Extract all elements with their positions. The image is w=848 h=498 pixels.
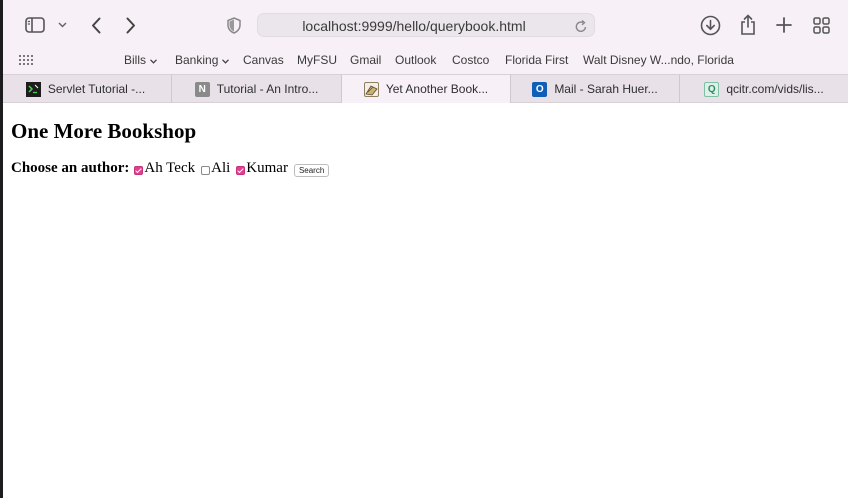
author-form: Choose an author: Ah Teck Ali Kumar Sear… [11, 160, 330, 177]
chevron-down-icon[interactable] [55, 16, 69, 34]
favorites-bar: Bills Banking Canvas MyFSU Gmail Outlook… [0, 48, 848, 74]
shield-icon[interactable] [223, 13, 245, 37]
author-label-ali: Ali [211, 160, 231, 176]
page-title: One More Bookshop [11, 119, 197, 143]
tab-yet-another-bookshop[interactable]: Yet Another Book... [342, 75, 511, 103]
chevron-down-icon [222, 48, 230, 72]
address-bar[interactable]: localhost:9999/hello/querybook.html [257, 13, 595, 37]
favorite-banking[interactable]: Banking [175, 48, 230, 74]
outlook-favicon-icon: O [532, 81, 548, 97]
author-checkbox-ali[interactable] [201, 166, 211, 175]
grid-icon[interactable] [19, 54, 35, 68]
tab-qcitr[interactable]: Q qcitr.com/vids/lis... [680, 75, 848, 103]
window-edge [0, 0, 3, 498]
author-checkbox-kumar[interactable] [236, 166, 246, 175]
favorite-gmail[interactable]: Gmail [350, 48, 381, 74]
share-icon[interactable] [737, 12, 759, 38]
download-icon[interactable] [698, 13, 722, 37]
search-button[interactable]: Search [293, 163, 330, 177]
tab-tutorial-intro[interactable]: N Tutorial - An Intro... [172, 75, 342, 103]
favorite-costco[interactable]: Costco [452, 48, 489, 74]
forward-icon[interactable] [119, 12, 143, 38]
chevron-down-icon [150, 48, 157, 72]
terminal-favicon-icon [25, 81, 41, 97]
tab-mail-sarah[interactable]: O Mail - Sarah Huer... [511, 75, 680, 103]
favorite-canvas[interactable]: Canvas [243, 48, 284, 74]
author-checkbox-ah-teck[interactable] [134, 166, 144, 175]
favorite-walt-disney[interactable]: Walt Disney W...ndo, Florida [583, 48, 734, 74]
tab-bar: Servlet Tutorial -... N Tutorial - An In… [0, 74, 848, 103]
n-favicon-icon: N [194, 81, 210, 97]
author-label-kumar: Kumar [246, 160, 288, 176]
favorite-bills[interactable]: Bills [124, 48, 157, 74]
favorite-outlook[interactable]: Outlook [395, 48, 436, 74]
author-label-ah-teck: Ah Teck [144, 160, 196, 176]
tab-overview-icon[interactable] [810, 13, 832, 37]
q-favicon-icon: Q [704, 81, 720, 97]
author-prompt: Choose an author: [11, 160, 130, 176]
plus-icon[interactable] [773, 13, 795, 37]
reload-icon[interactable] [574, 18, 588, 34]
favorite-florida-first[interactable]: Florida First [505, 48, 568, 74]
back-icon[interactable] [84, 12, 108, 38]
sidebar-icon[interactable] [20, 12, 50, 38]
browser-toolbar: localhost:9999/hello/querybook.html [0, 0, 848, 48]
favorite-myfsu[interactable]: MyFSU [297, 48, 337, 74]
page-content: One More Bookshop Choose an author: Ah T… [11, 118, 330, 177]
address-bar-url[interactable]: localhost:9999/hello/querybook.html [258, 14, 570, 38]
bookshop-favicon-icon [363, 81, 379, 97]
tab-servlet-tutorial[interactable]: Servlet Tutorial -... [0, 75, 172, 103]
